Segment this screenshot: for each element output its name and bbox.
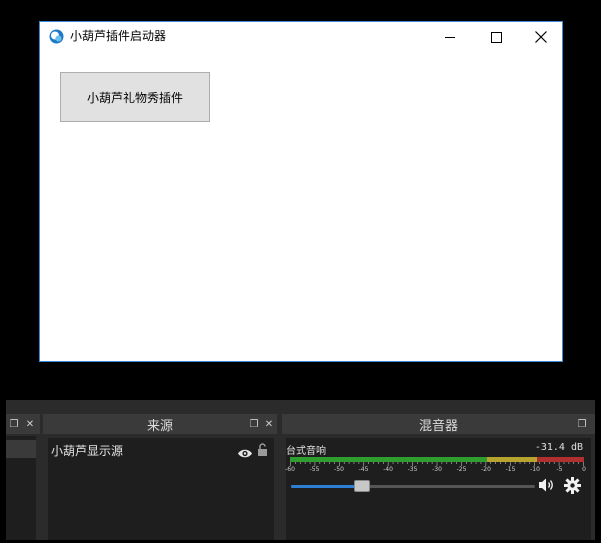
mixer-panel-title: 混音器 <box>418 418 458 434</box>
meter-scale-label: -20 <box>481 466 491 473</box>
maximize-icon <box>490 31 502 43</box>
sources-panel-header: 来源 <box>43 414 277 434</box>
sources-panel-title: 来源 <box>146 418 173 434</box>
mixer-panel-header: 混音器 <box>282 414 595 434</box>
meter-scale-label: -10 <box>530 466 540 473</box>
source-item-label: 小葫芦显示源 <box>51 444 124 458</box>
maximize-button[interactable] <box>473 22 519 52</box>
meter-scale-label: -5 <box>556 466 563 473</box>
left-panel-row <box>6 440 36 458</box>
meter-scale-label: -25 <box>456 466 467 473</box>
close-icon[interactable]: ✕ <box>24 414 36 434</box>
audio-level-readout: -31.4 dB <box>534 442 583 453</box>
minimize-button[interactable] <box>427 22 473 52</box>
volume-slider-handle[interactable] <box>353 480 370 492</box>
title-bar[interactable]: 小葫芦插件启动器 <box>40 22 562 52</box>
source-item[interactable]: 小葫芦显示源 <box>48 440 274 460</box>
meter-scale-label: -35 <box>407 466 418 473</box>
launcher-window: 小葫芦插件启动器 小葫芦礼物秀插件 <box>39 21 563 362</box>
float-icon[interactable]: ❐ <box>248 414 260 434</box>
gourd-app-icon <box>49 29 64 44</box>
speaker-icon[interactable] <box>538 477 556 497</box>
close-window-button[interactable] <box>518 22 564 52</box>
volume-slider[interactable] <box>291 480 535 492</box>
close-icon[interactable]: ✕ <box>263 414 275 434</box>
audio-channel-name: 台式音响 <box>286 446 326 457</box>
eye-icon[interactable] <box>237 444 253 463</box>
meter-scale-label: -30 <box>432 466 442 473</box>
launch-gift-show-plugin-button[interactable]: 小葫芦礼物秀插件 <box>60 72 210 122</box>
close-icon <box>535 31 547 43</box>
meter-scale-label: -60 <box>285 466 295 473</box>
meter-scale-label: -40 <box>383 466 393 473</box>
meter-scale-label: -50 <box>334 466 344 473</box>
window-title: 小葫芦插件启动器 <box>70 29 167 43</box>
volume-slider-fill <box>291 485 362 488</box>
meter-scale-label: 0 <box>582 466 586 473</box>
meter-scale-label: -15 <box>505 466 516 473</box>
meter-scale-label: -55 <box>309 466 320 473</box>
float-icon[interactable]: ❐ <box>8 414 20 434</box>
meter-scale-label: -45 <box>358 466 369 473</box>
meter-scale: -60 -55 -50 -45 -40 -35 -30 -25 -20 -15 -10 -5 0 <box>284 466 590 476</box>
dock-top-strip <box>6 400 595 414</box>
float-icon[interactable]: ❐ <box>576 414 588 434</box>
gear-icon[interactable] <box>564 477 581 498</box>
unlocked-lock-icon[interactable] <box>257 442 268 461</box>
minimize-icon <box>444 36 455 38</box>
